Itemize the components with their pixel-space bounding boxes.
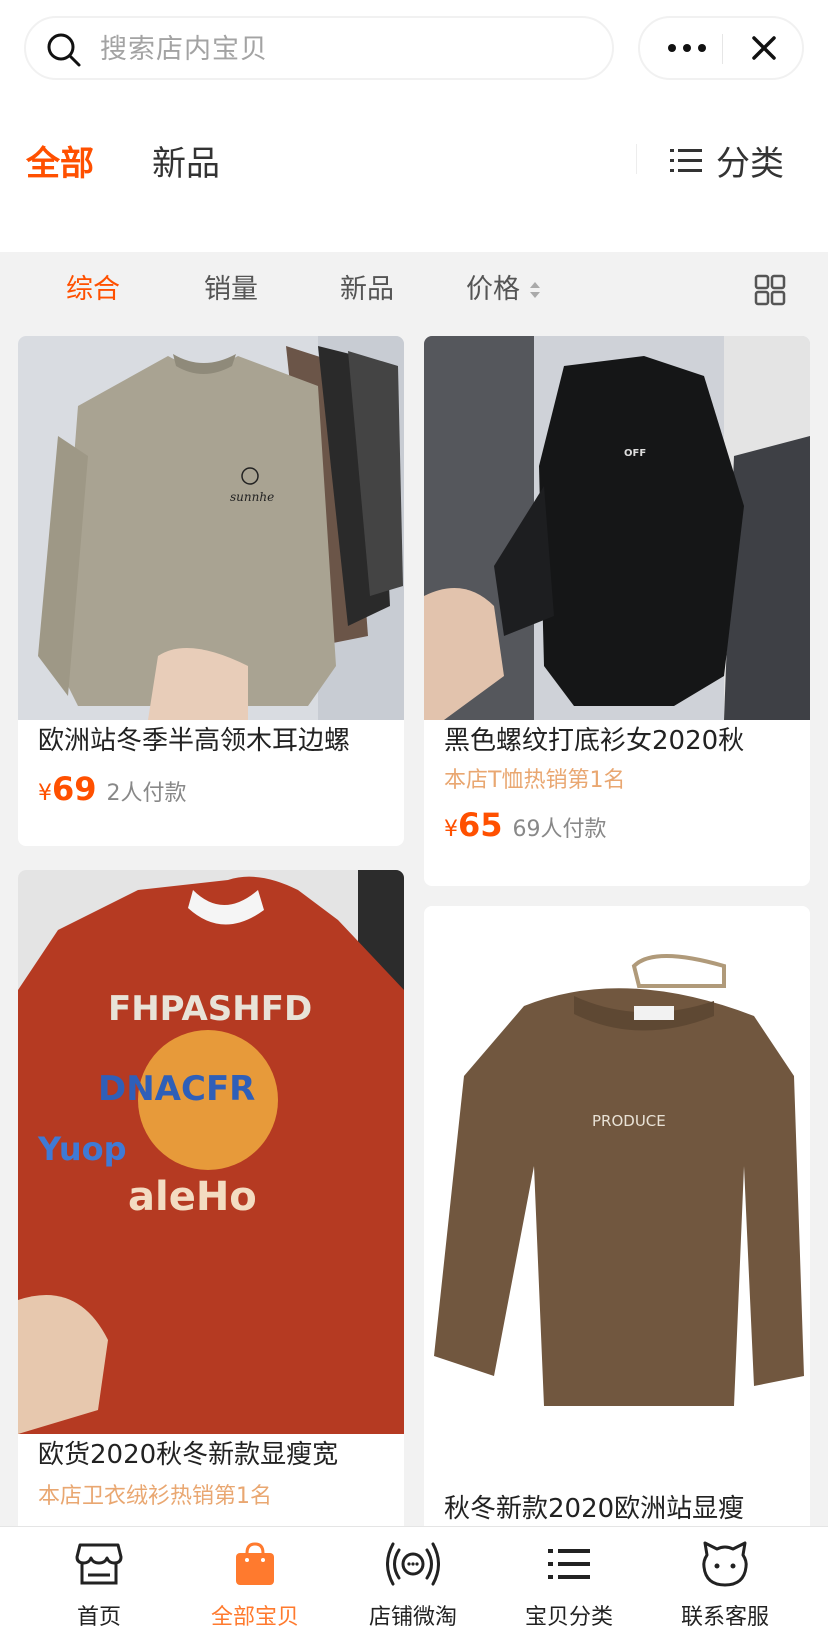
close-button[interactable] (732, 18, 796, 78)
search-icon (47, 33, 81, 67)
tab-category-label: 分类 (716, 144, 784, 184)
nav-label: 宝贝分类 (524, 1605, 613, 1630)
product-graphic-text: OFF (624, 448, 646, 459)
product-card[interactable]: sunnhe 欧洲站冬季半高领木耳边螺 ¥ 69 2人付款 (18, 336, 404, 846)
nav-customer-service[interactable]: 联系客服 (650, 1527, 800, 1636)
search-input[interactable]: 搜索店内宝贝 (24, 16, 614, 80)
bottom-nav: 首页 全部宝贝 店铺微淘 宝贝分类 联系客服 (0, 1526, 828, 1636)
product-card[interactable]: FHPASHFD DNACFR Yuop aleHo 欧货2020秋冬新款显瘦宽… (18, 870, 404, 1526)
tab-all[interactable]: 全部 (26, 136, 94, 185)
product-name: 欧货2020秋冬新款显瘦宽 (38, 1440, 339, 1470)
product-grid: sunnhe 欧洲站冬季半高领木耳边螺 ¥ 69 2人付款 OFF 黑色螺纹打底… (0, 336, 828, 1526)
product-price: 65 (458, 806, 503, 844)
nav-label: 店铺微淘 (368, 1605, 457, 1630)
more-dot-icon (683, 44, 691, 52)
store-tabs: 全部 新品 分类 (0, 100, 828, 252)
sort-price[interactable]: 价格 (466, 272, 542, 308)
tab-category[interactable]: 分类 (670, 136, 784, 185)
sold-count: 69人付款 (512, 817, 607, 842)
shopping-bag-icon (236, 1542, 274, 1585)
list-icon (548, 1549, 590, 1579)
sort-price-label: 价格 (466, 274, 520, 305)
sort-comprehensive[interactable]: 综合 (66, 272, 120, 308)
product-name: 秋冬新款2020欧洲站显瘦 (444, 1494, 745, 1524)
chat-face-icon (702, 1541, 748, 1587)
grid-view-icon[interactable] (754, 274, 786, 306)
price-line: ¥ 69 2人付款 (38, 770, 187, 808)
product-graphic-text: sunnhe (230, 490, 274, 504)
list-icon (670, 148, 702, 172)
nav-label: 联系客服 (680, 1605, 769, 1630)
tab-divider (636, 144, 637, 174)
product-graphic-text: PRODUCE (592, 1112, 666, 1130)
product-name: 黑色螺纹打底衫女2020秋 (444, 726, 745, 756)
broadcast-icon (386, 1542, 440, 1586)
product-graphic-text: DNACFR (98, 1069, 255, 1109)
nav-categories[interactable]: 宝贝分类 (494, 1527, 644, 1636)
nav-label: 首页 (76, 1605, 121, 1630)
product-image: OFF (424, 336, 810, 720)
product-graphic-text: FHPASHFD (108, 989, 312, 1029)
price-line: ¥ 65 69人付款 (444, 806, 607, 844)
sort-bar: 综合 销量 新品 价格 (0, 252, 828, 336)
sold-count: 2人付款 (106, 781, 187, 806)
more-button[interactable] (652, 18, 722, 78)
sort-new[interactable]: 新品 (340, 272, 394, 308)
currency-symbol: ¥ (444, 817, 458, 842)
store-icon (75, 1543, 123, 1585)
search-placeholder: 搜索店内宝贝 (100, 34, 268, 65)
top-bar: 搜索店内宝贝 (0, 0, 828, 100)
nav-all-items[interactable]: 全部宝贝 (180, 1527, 330, 1636)
nav-home[interactable]: 首页 (24, 1527, 174, 1636)
product-image: sunnhe (18, 336, 404, 720)
more-dot-icon (668, 44, 676, 52)
product-price: 69 (52, 770, 97, 808)
mini-program-capsule (638, 16, 804, 80)
product-tagline: 本店卫衣绒衫热销第1名 (38, 1484, 272, 1509)
sort-arrows-icon (530, 282, 540, 298)
currency-symbol: ¥ (38, 781, 52, 806)
product-graphic-text: Yuop (37, 1130, 127, 1168)
product-card[interactable]: PRODUCE 秋冬新款2020欧洲站显瘦 (424, 906, 810, 1526)
nav-store-feed[interactable]: 店铺微淘 (338, 1527, 488, 1636)
product-image: FHPASHFD DNACFR Yuop aleHo (18, 870, 404, 1434)
product-graphic-text: aleHo (128, 1174, 257, 1220)
tab-new[interactable]: 新品 (152, 136, 220, 185)
product-image: PRODUCE (424, 906, 810, 1452)
more-dot-icon (698, 44, 706, 52)
product-name: 欧洲站冬季半高领木耳边螺 (38, 726, 351, 756)
nav-label: 全部宝贝 (210, 1605, 299, 1630)
product-tagline: 本店T恤热销第1名 (444, 768, 626, 793)
product-card[interactable]: OFF 黑色螺纹打底衫女2020秋 本店T恤热销第1名 ¥ 65 69人付款 (424, 336, 810, 886)
capsule-divider (722, 34, 723, 64)
sort-sales[interactable]: 销量 (204, 272, 258, 308)
close-icon (752, 36, 776, 60)
